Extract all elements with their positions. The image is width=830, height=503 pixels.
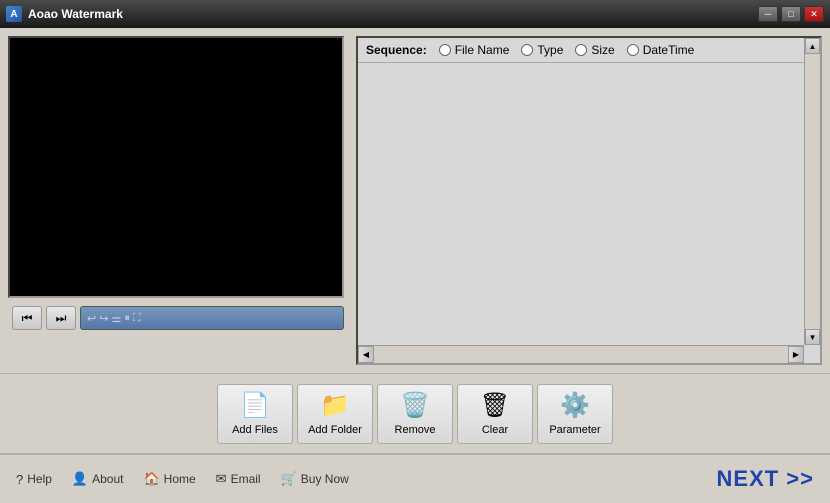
sequence-size-label: Size (591, 43, 614, 57)
buynow-label: Buy Now (301, 472, 349, 486)
prev-icon: ⏮ (22, 311, 33, 326)
preview-controls: ⏮ ⏭ ↩ ↪ ⚌ ⏸ ⛶ (8, 304, 348, 332)
h-scrollbar-track[interactable] (374, 346, 788, 363)
email-link[interactable]: ✉ Email (216, 471, 261, 487)
bottom-bar: ? Help 👤 About 🏠 Home ✉ Email 🛒 Buy Now … (0, 453, 830, 503)
preview-canvas (8, 36, 344, 298)
radio-type[interactable] (521, 44, 533, 56)
sequence-size[interactable]: Size (575, 43, 614, 57)
next-button[interactable]: NEXT >> (717, 466, 814, 492)
horizontal-scrollbar[interactable]: ◀ ▶ (358, 345, 804, 363)
about-link[interactable]: 👤 About (72, 471, 124, 487)
pb-icon1: ↩ (87, 312, 96, 325)
add-files-button[interactable]: 📄 Add Files (217, 384, 293, 444)
app-title: Aoao Watermark (28, 7, 123, 21)
add-files-icon: 📄 (240, 391, 270, 420)
close-button[interactable]: ✕ (804, 6, 824, 22)
remove-icon: 🗑️ (400, 391, 430, 420)
top-section: ⏮ ⏭ ↩ ↪ ⚌ ⏸ ⛶ Sequence: Fil (0, 28, 830, 373)
help-link[interactable]: ? Help (16, 472, 52, 487)
clear-icon: 🗑 (480, 391, 510, 420)
about-label: About (92, 472, 123, 486)
remove-label: Remove (395, 424, 436, 436)
scroll-down-arrow[interactable]: ▼ (805, 329, 820, 345)
parameter-label: Parameter (549, 424, 600, 436)
filelist-area[interactable] (358, 63, 820, 363)
sequence-type-label: Type (537, 43, 563, 57)
pb-icon4: ⏸ (124, 312, 130, 325)
vertical-scrollbar[interactable]: ▲ ▼ (804, 38, 820, 345)
help-label: Help (27, 472, 52, 486)
scroll-left-arrow[interactable]: ◀ (358, 346, 374, 363)
titlebar-left: A Aoao Watermark (6, 6, 123, 22)
home-link[interactable]: 🏠 Home (143, 471, 195, 487)
scroll-up-arrow[interactable]: ▲ (805, 38, 820, 54)
sequence-bar: Sequence: File Name Type Size DateTime (358, 38, 820, 63)
prev-button[interactable]: ⏮ (12, 306, 42, 330)
buynow-link[interactable]: 🛒 Buy Now (281, 471, 349, 487)
sequence-datetime-label: DateTime (643, 43, 695, 57)
clear-label: Clear (482, 424, 508, 436)
add-folder-label: Add Folder (308, 424, 362, 436)
toolbar: 📄 Add Files 📁 Add Folder 🗑️ Remove 🗑 Cle… (0, 373, 830, 453)
sequence-datetime[interactable]: DateTime (627, 43, 695, 57)
titlebar-controls: ─ □ ✕ (758, 6, 824, 22)
about-icon: 👤 (72, 471, 88, 487)
sequence-filename[interactable]: File Name (439, 43, 510, 57)
sequence-type[interactable]: Type (521, 43, 563, 57)
main-area: ⏮ ⏭ ↩ ↪ ⚌ ⏸ ⛶ Sequence: Fil (0, 28, 830, 503)
maximize-button[interactable]: □ (781, 6, 801, 22)
parameter-icon: ⚙️ (560, 391, 590, 420)
app-icon: A (6, 6, 22, 22)
minimize-button[interactable]: ─ (758, 6, 778, 22)
add-files-label: Add Files (232, 424, 278, 436)
email-icon: ✉ (216, 471, 227, 487)
next-icon: ⏭ (56, 311, 67, 326)
radio-datetime[interactable] (627, 44, 639, 56)
sequence-label: Sequence: (366, 43, 427, 57)
remove-button[interactable]: 🗑️ Remove (377, 384, 453, 444)
clear-button[interactable]: 🗑 Clear (457, 384, 533, 444)
buynow-icon: 🛒 (281, 471, 297, 487)
parameter-button[interactable]: ⚙️ Parameter (537, 384, 613, 444)
pb-icon3: ⚌ (111, 312, 121, 325)
titlebar: A Aoao Watermark ─ □ ✕ (0, 0, 830, 28)
home-icon: 🏠 (143, 471, 159, 487)
sequence-filename-label: File Name (455, 43, 510, 57)
radio-size[interactable] (575, 44, 587, 56)
pb-icon2: ↪ (99, 312, 108, 325)
progress-bar[interactable]: ↩ ↪ ⚌ ⏸ ⛶ (80, 306, 344, 330)
help-icon: ? (16, 472, 23, 487)
preview-panel: ⏮ ⏭ ↩ ↪ ⚌ ⏸ ⛶ (8, 36, 348, 365)
radio-filename[interactable] (439, 44, 451, 56)
email-label: Email (231, 472, 261, 486)
next-button[interactable]: ⏭ (46, 306, 76, 330)
bottom-links: ? Help 👤 About 🏠 Home ✉ Email 🛒 Buy Now (16, 471, 349, 487)
add-folder-button[interactable]: 📁 Add Folder (297, 384, 373, 444)
add-folder-icon: 📁 (320, 391, 350, 420)
pb-icon5: ⛶ (133, 312, 141, 325)
scroll-right-arrow[interactable]: ▶ (788, 346, 804, 363)
home-label: Home (164, 472, 196, 486)
filelist-panel: Sequence: File Name Type Size DateTime (356, 36, 822, 365)
